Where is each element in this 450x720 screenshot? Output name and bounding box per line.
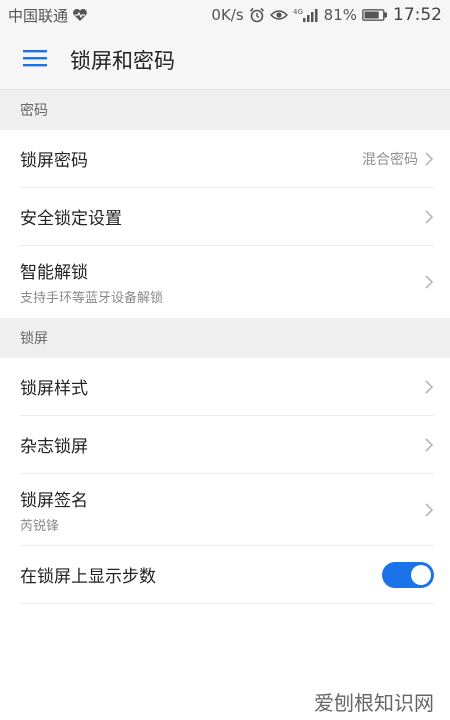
- status-right: 0K/s 4G 81% 17:52: [211, 5, 442, 25]
- smart-unlock-subtitle: 支持手环等蓝牙设备解锁: [20, 291, 164, 306]
- lockscreen-signature-row[interactable]: 锁屏签名 芮锐锋: [20, 474, 434, 546]
- menu-button[interactable]: [0, 30, 70, 90]
- toggle-knob: [411, 564, 431, 585]
- chevron-right-icon: [424, 379, 434, 395]
- eye-icon: [269, 8, 288, 22]
- lock-password-label: 锁屏密码: [20, 151, 88, 171]
- section-header-lockscreen: 锁屏: [0, 318, 450, 358]
- section-header-password: 密码: [0, 90, 450, 130]
- heart-icon: [72, 8, 88, 22]
- clock: 17:52: [393, 5, 442, 25]
- chevron-right-icon: [424, 274, 434, 290]
- show-steps-row: 在锁屏上显示步数: [20, 546, 434, 604]
- carrier-name: 中国联通: [8, 6, 69, 25]
- lockscreen-style-row[interactable]: 锁屏样式: [20, 358, 434, 416]
- chevron-right-icon: [424, 437, 434, 453]
- lock-password-value: 混合密码: [362, 151, 418, 168]
- lockscreen-style-label: 锁屏样式: [20, 379, 88, 399]
- show-steps-toggle[interactable]: [382, 561, 434, 588]
- chevron-right-icon: [424, 151, 434, 167]
- status-bar: 中国联通 0K/s 4G 81% 17:52: [0, 0, 450, 30]
- chevron-right-icon: [424, 209, 434, 225]
- status-left: 中国联通: [8, 5, 88, 26]
- alarm-icon: [249, 7, 265, 23]
- signal-icon: 4G: [293, 7, 319, 23]
- show-steps-label: 在锁屏上显示步数: [20, 567, 156, 587]
- signal-type-label: 4G: [293, 8, 303, 16]
- network-speed: 0K/s: [211, 6, 244, 24]
- chevron-right-icon: [424, 502, 434, 518]
- security-lock-label: 安全锁定设置: [20, 209, 122, 229]
- battery-percent: 81%: [323, 6, 357, 24]
- magazine-lockscreen-row[interactable]: 杂志锁屏: [20, 416, 434, 474]
- hamburger-icon: [23, 49, 47, 71]
- app-header: 锁屏和密码: [0, 30, 450, 90]
- lockscreen-signature-value: 芮锐锋: [20, 518, 60, 534]
- smart-unlock-row[interactable]: 智能解锁 支持手环等蓝牙设备解锁: [20, 246, 434, 318]
- lock-password-row[interactable]: 锁屏密码 混合密码: [20, 130, 434, 188]
- smart-unlock-label: 智能解锁: [20, 263, 88, 283]
- battery-icon: [362, 8, 388, 22]
- lockscreen-signature-label: 锁屏签名: [20, 490, 88, 511]
- security-lock-row[interactable]: 安全锁定设置: [20, 188, 434, 246]
- watermark: 爱刨根知识网: [314, 691, 434, 715]
- magazine-lockscreen-label: 杂志锁屏: [20, 437, 88, 457]
- page-title: 锁屏和密码: [70, 48, 175, 73]
